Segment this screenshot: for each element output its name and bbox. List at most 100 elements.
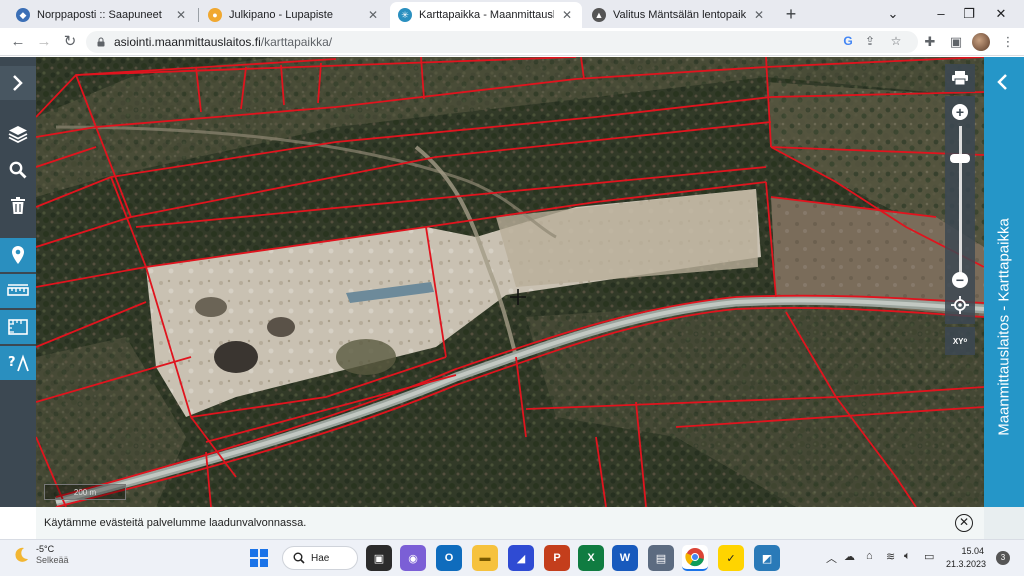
volume-icon[interactable]: 🔈︎	[904, 550, 911, 563]
close-tab-icon[interactable]: ✕	[366, 8, 380, 22]
wifi-icon[interactable]: ≋	[886, 550, 895, 563]
clear-button[interactable]	[0, 189, 36, 223]
tab-label: Valitus Mäntsälän lentopaikkaa. K	[613, 9, 746, 21]
weather-temperature: -5°C	[36, 544, 55, 554]
chrome-icon[interactable]	[682, 545, 708, 571]
new-tab-button[interactable]: +	[780, 3, 802, 25]
search-label: Hae	[311, 552, 330, 564]
weather-widget[interactable]: -5°C Selkeää	[12, 544, 69, 566]
map-sidebar: ?	[0, 57, 36, 507]
zoom-slider-handle[interactable]	[950, 154, 970, 163]
google-icon[interactable]: G	[838, 31, 858, 51]
measure-area-button[interactable]	[0, 310, 36, 344]
tab-norppaposti[interactable]: ◆ Norppaposti :: Saapuneet ✕	[8, 2, 196, 28]
clock-date: 21.3.2023	[946, 559, 987, 569]
chrome-logo-icon	[685, 548, 704, 567]
printer-icon	[952, 71, 968, 85]
profile-avatar[interactable]	[972, 33, 990, 51]
help-map-icon: ?	[8, 354, 29, 372]
trash-icon	[11, 197, 25, 214]
tab-karttapaikka[interactable]: ✳ Karttapaikka - Maanmittauslaitos ✕	[390, 2, 582, 28]
side-panel-icon[interactable]: ▣	[946, 32, 966, 52]
coordinates-label: XY	[952, 336, 964, 346]
back-button[interactable]: ←	[8, 32, 28, 52]
layers-icon	[8, 126, 28, 143]
url-path: /karttapaikka/	[260, 35, 333, 49]
norton-icon[interactable]: ✓	[718, 545, 744, 571]
start-button[interactable]	[246, 545, 272, 571]
aerial-map-image	[36, 57, 984, 507]
layers-button[interactable]	[0, 117, 36, 151]
marker-tool-button[interactable]	[0, 238, 36, 272]
reload-button[interactable]: ↻	[60, 32, 80, 52]
browser-toolbar: ← → ↻ asiointi.maanmittauslaitos.fi/kart…	[0, 28, 1024, 56]
system-clock[interactable]: 15.04 21.3.2023	[946, 545, 987, 571]
battery-icon[interactable]: ▭	[924, 550, 934, 563]
zoom-in-button[interactable]: +	[952, 104, 968, 120]
lupapiste-icon: ●	[208, 8, 222, 22]
mail-icon: ◆	[16, 8, 30, 22]
teams-chat-icon[interactable]: ◉	[400, 545, 426, 571]
tab-label: Karttapaikka - Maanmittauslaitos	[419, 9, 554, 21]
forward-button[interactable]: →	[34, 32, 54, 52]
weather-description: Selkeää	[36, 555, 69, 565]
zoom-control: + −	[945, 96, 975, 324]
photos-icon[interactable]: ◩	[754, 545, 780, 571]
tab-valitus[interactable]: ▲ Valitus Mäntsälän lentopaikkaa. K ✕	[584, 2, 774, 28]
help-button[interactable]: ?	[0, 346, 36, 380]
degree-icon: o	[963, 338, 968, 344]
close-tab-icon[interactable]: ✕	[752, 8, 766, 22]
measure-distance-button[interactable]	[0, 274, 36, 308]
windows-logo-icon	[250, 549, 268, 567]
chevron-down-icon[interactable]: ⌄	[870, 0, 916, 28]
document-icon: ▲	[592, 8, 606, 22]
cookie-close-button[interactable]: ✕	[955, 514, 973, 532]
tab-label: Norppaposti :: Saapuneet	[37, 9, 162, 21]
lock-icon[interactable]: ⌂	[866, 550, 873, 562]
moon-icon	[15, 547, 28, 562]
mml-icon: ✳	[398, 8, 412, 22]
map-pin-icon	[12, 246, 24, 264]
share-icon[interactable]: ⇪	[860, 31, 880, 51]
search-button[interactable]	[0, 153, 36, 187]
powerpoint-icon[interactable]: P	[544, 545, 570, 571]
printer-app-icon[interactable]: ▤	[648, 545, 674, 571]
zoom-track[interactable]	[959, 126, 962, 276]
coordinates-button[interactable]: XY o	[945, 327, 975, 355]
zoom-out-button[interactable]: −	[952, 272, 968, 288]
notification-badge[interactable]: 3	[996, 551, 1010, 565]
chevron-left-icon[interactable]	[996, 73, 1008, 96]
cloud-icon[interactable]: ☁	[844, 550, 855, 563]
side-panel-title: Maanmittauslaitos - Karttapaikka	[995, 218, 1013, 436]
cookie-text: Käytämme evästeitä palvelumme laadunvalv…	[44, 517, 307, 529]
close-tab-icon[interactable]: ✕	[560, 8, 574, 22]
tab-lupapiste[interactable]: ● Julkipano - Lupapiste ✕	[200, 2, 388, 28]
print-button[interactable]	[945, 64, 975, 92]
app-icon[interactable]: ◢	[508, 545, 534, 571]
outlook-icon[interactable]: O	[436, 545, 462, 571]
clock-time: 15.04	[961, 546, 984, 556]
right-panel-footer	[984, 507, 1024, 539]
excel-icon[interactable]: X	[578, 545, 604, 571]
taskbar-search[interactable]: Hae	[282, 546, 358, 570]
cookie-notice: Käytämme evästeitä palvelumme laadunvalv…	[36, 507, 984, 539]
locate-button[interactable]	[951, 296, 969, 314]
close-window-button[interactable]: ✕	[978, 0, 1024, 28]
word-icon[interactable]: W	[612, 545, 638, 571]
bookmark-star-icon[interactable]: ☆	[886, 31, 906, 51]
close-tab-icon[interactable]: ✕	[174, 8, 188, 22]
address-bar[interactable]: asiointi.maanmittauslaitos.fi/karttapaik…	[86, 31, 918, 53]
menu-kebab-icon[interactable]: ⋮	[998, 32, 1018, 52]
extensions-icon[interactable]: ✚	[920, 32, 940, 52]
ruler-icon	[7, 284, 29, 296]
tab-strip: ◆ Norppaposti :: Saapuneet ✕ ● Julkipano…	[0, 0, 1024, 28]
file-explorer-icon[interactable]: ▬	[472, 545, 498, 571]
url-host: asiointi.maanmittauslaitos.fi	[114, 35, 261, 49]
chevron-up-icon[interactable]: ︿	[826, 550, 837, 566]
expand-menu-button[interactable]	[0, 66, 36, 100]
right-side-panel[interactable]: Maanmittauslaitos - Karttapaikka	[984, 57, 1024, 507]
search-icon	[293, 552, 305, 564]
map-view[interactable]: 200 m	[36, 57, 984, 507]
task-view-icon[interactable]: ▣	[366, 545, 392, 571]
crosshair-locate-icon	[951, 296, 969, 314]
